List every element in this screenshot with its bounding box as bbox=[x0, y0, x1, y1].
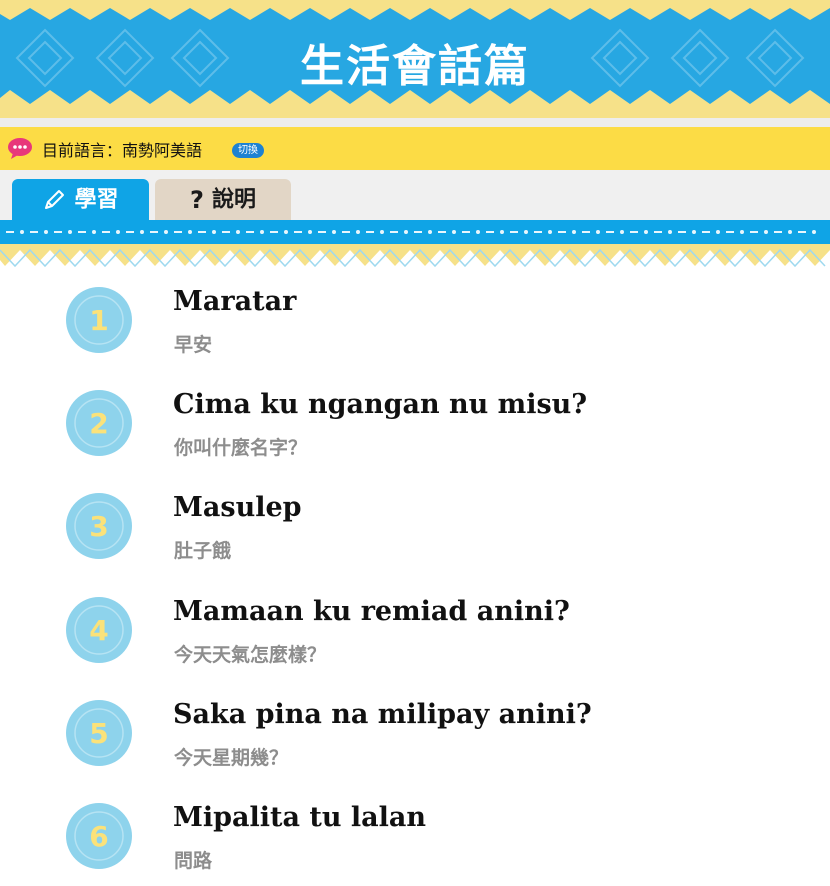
lesson-phrase: Cima ku ngangan nu misu? bbox=[173, 389, 588, 420]
lesson-translation: 早安 bbox=[174, 334, 213, 356]
lesson-translation: 今天天氣怎麼樣？ bbox=[174, 644, 327, 666]
language-bar: 目前語言：南勢阿美語 切換 bbox=[0, 127, 830, 170]
lesson-phrase: Maratar bbox=[173, 286, 297, 317]
switch-language-button[interactable]: 切換 bbox=[232, 143, 264, 158]
svg-text:6: 6 bbox=[89, 820, 108, 853]
lesson-phrase: Masulep bbox=[173, 492, 302, 523]
lesson-item[interactable]: 6 Mipalita tu lalan 問路 bbox=[0, 786, 830, 886]
lesson-number-badge: 4 bbox=[66, 597, 132, 663]
lesson-number-badge: 3 bbox=[66, 493, 132, 559]
tab-bar: 學習 ? 說明 bbox=[0, 170, 830, 220]
lesson-number-badge: 2 bbox=[66, 390, 132, 456]
lesson-number-badge: 6 bbox=[66, 803, 132, 869]
question-mark-icon: ? bbox=[190, 185, 204, 214]
lesson-translation: 肚子餓 bbox=[174, 540, 232, 562]
page-title: 生活會話篇 bbox=[300, 41, 530, 92]
tab-help[interactable]: ? 說明 bbox=[155, 179, 291, 220]
lesson-translation: 問路 bbox=[174, 850, 213, 872]
tab-learn[interactable]: 學習 bbox=[12, 179, 149, 220]
header-banner: 生活會話篇 bbox=[0, 0, 830, 118]
lesson-phrase: Saka pina na milipay anini? bbox=[173, 699, 592, 730]
lesson-translation: 你叫什麼名字？ bbox=[174, 437, 308, 459]
lesson-number-badge: 1 bbox=[66, 287, 132, 353]
svg-text:5: 5 bbox=[89, 717, 108, 750]
lesson-item[interactable]: 4 Mamaan ku remiad anini? 今天天氣怎麼樣？ bbox=[0, 580, 830, 680]
tab-help-label: 說明 bbox=[211, 187, 256, 213]
lesson-translation: 今天星期幾？ bbox=[174, 747, 289, 769]
divider bbox=[0, 118, 830, 127]
lesson-phrase: Mamaan ku remiad anini? bbox=[173, 596, 570, 627]
speech-bubble-icon bbox=[8, 138, 32, 159]
svg-text:4: 4 bbox=[89, 614, 108, 647]
decorative-border bbox=[0, 220, 830, 268]
pencil-icon bbox=[45, 190, 65, 209]
lesson-item[interactable]: 2 Cima ku ngangan nu misu? 你叫什麼名字？ bbox=[0, 373, 830, 473]
lesson-number-badge: 5 bbox=[66, 700, 132, 766]
lesson-phrase: Mipalita tu lalan bbox=[173, 802, 427, 833]
lesson-item[interactable]: 5 Saka pina na milipay anini? 今天星期幾？ bbox=[0, 683, 830, 783]
svg-text:2: 2 bbox=[89, 407, 108, 440]
lesson-item[interactable]: 3 Masulep 肚子餓 bbox=[0, 476, 830, 576]
current-language-label: 目前語言：南勢阿美語 bbox=[42, 141, 203, 160]
svg-text:1: 1 bbox=[89, 304, 108, 337]
lesson-item[interactable]: 1 Maratar 早安 bbox=[0, 270, 830, 370]
svg-text:3: 3 bbox=[89, 510, 108, 543]
tab-learn-label: 學習 bbox=[74, 187, 119, 213]
